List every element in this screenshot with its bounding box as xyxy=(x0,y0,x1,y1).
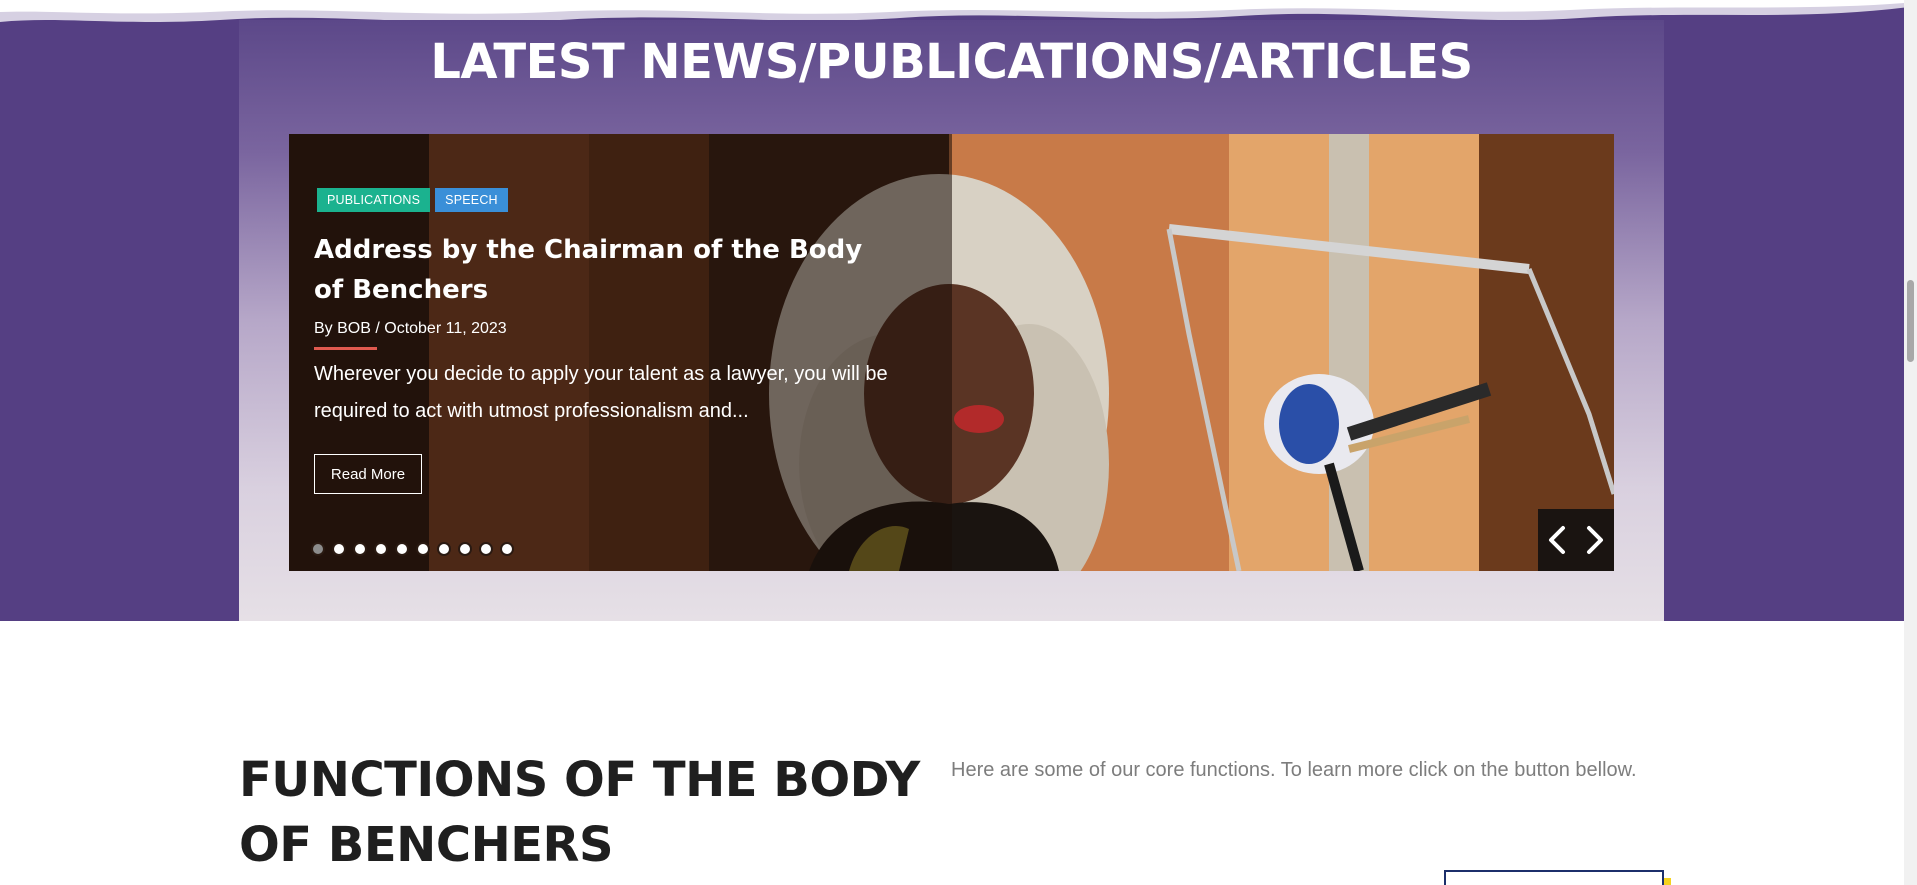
byline-underline xyxy=(314,347,377,350)
page: LATEST NEWS/PUBLICATIONS/ARTICLES PUBLIC… xyxy=(0,0,1917,885)
slider-dot[interactable] xyxy=(374,542,388,556)
slide-title[interactable]: Address by the Chairman of the Body of B… xyxy=(314,230,874,310)
slide-byline: By BOB / October 11, 2023 xyxy=(314,320,507,337)
news-slider[interactable]: PUBLICATIONS SPEECH Address by the Chair… xyxy=(289,134,1614,571)
slide-tags: PUBLICATIONS SPEECH xyxy=(317,188,508,212)
slider-prev-button[interactable] xyxy=(1538,509,1576,571)
tag-publications[interactable]: PUBLICATIONS xyxy=(317,188,431,212)
slider-dot[interactable] xyxy=(311,542,325,556)
learn-more-button[interactable] xyxy=(1444,870,1664,885)
chevron-right-icon xyxy=(1587,526,1603,554)
slider-next-button[interactable] xyxy=(1576,509,1614,571)
tag-speech[interactable]: SPEECH xyxy=(435,188,508,212)
slider-dot[interactable] xyxy=(479,542,493,556)
news-section: LATEST NEWS/PUBLICATIONS/ARTICLES PUBLIC… xyxy=(0,0,1917,621)
scrollbar-thumb[interactable] xyxy=(1907,280,1914,362)
slider-dot[interactable] xyxy=(395,542,409,556)
read-more-button[interactable]: Read More xyxy=(314,454,422,494)
slider-pagination xyxy=(311,542,514,556)
news-heading: LATEST NEWS/PUBLICATIONS/ARTICLES xyxy=(430,34,1473,90)
slider-dot[interactable] xyxy=(353,542,367,556)
page-scrollbar[interactable] xyxy=(1904,0,1917,885)
slider-dot[interactable] xyxy=(458,542,472,556)
slider-dot[interactable] xyxy=(437,542,451,556)
slider-dot[interactable] xyxy=(416,542,430,556)
chevron-left-icon xyxy=(1549,526,1565,554)
slide-excerpt: Wherever you decide to apply your talent… xyxy=(314,363,888,422)
accent-marker xyxy=(1664,878,1671,885)
slider-dot[interactable] xyxy=(500,542,514,556)
functions-description: Here are some of our core functions. To … xyxy=(951,759,1637,781)
functions-title: FUNCTIONS OF THE BODY OF BENCHERS xyxy=(239,752,920,873)
slider-dot[interactable] xyxy=(332,542,346,556)
